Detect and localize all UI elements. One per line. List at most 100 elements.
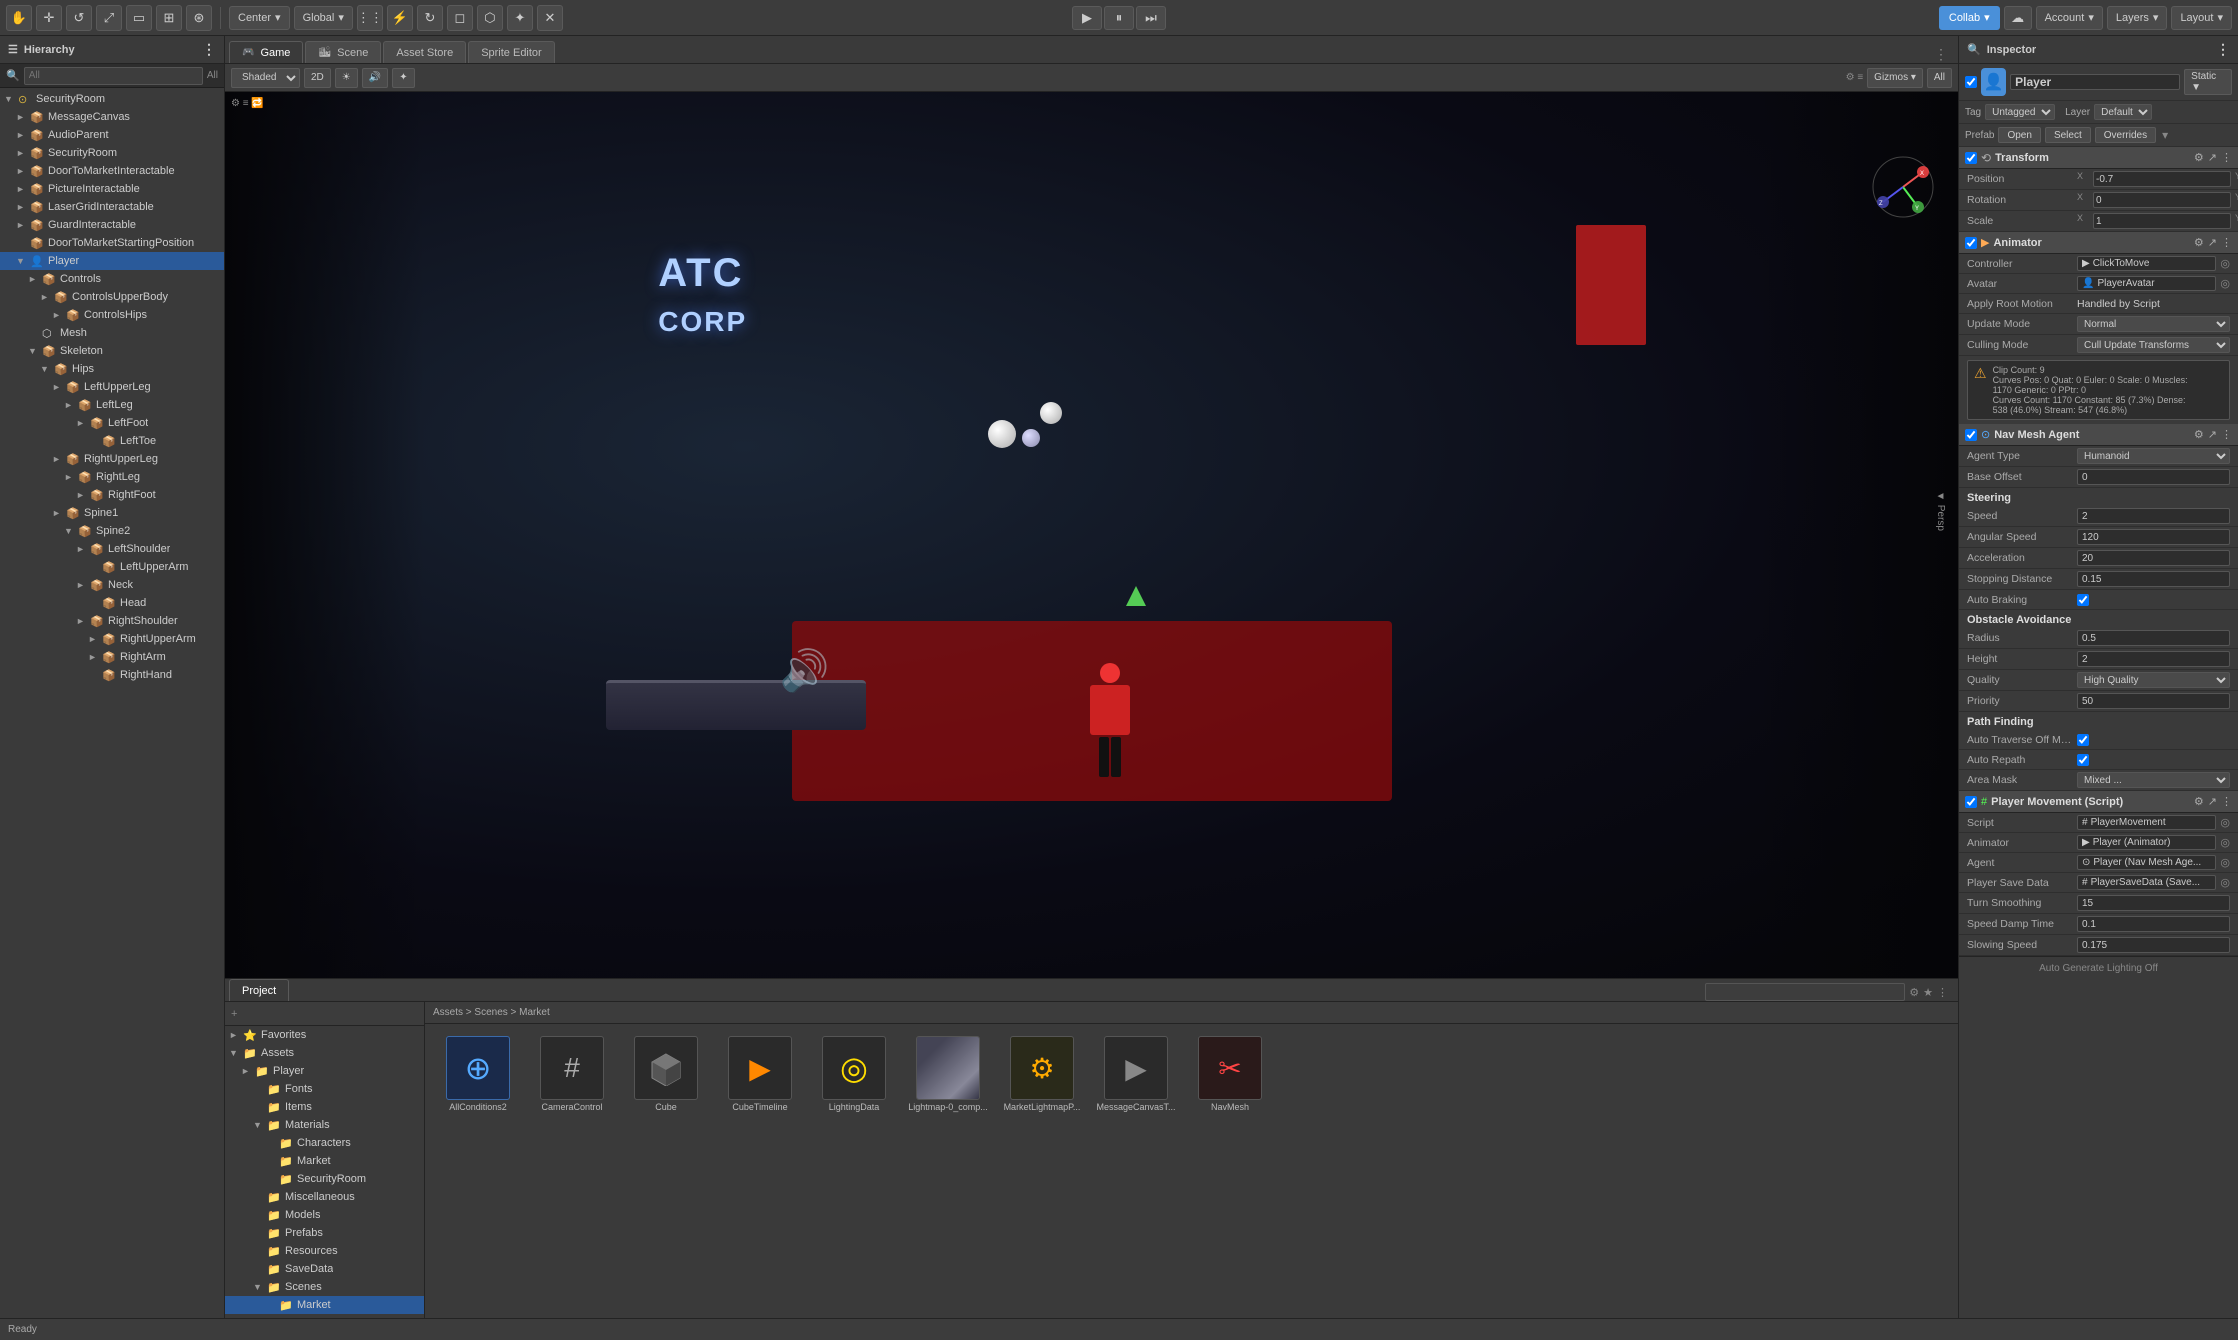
snap-btn[interactable]: ⚡ (387, 5, 413, 31)
grid-btn[interactable]: ⋮⋮ (357, 5, 383, 31)
script-pick-btn[interactable]: ◎ (2220, 816, 2230, 829)
pm-animator-ref[interactable]: ▶ Player (Animator) (2077, 835, 2216, 850)
speed-field[interactable] (2077, 508, 2230, 524)
select-prefab-btn[interactable]: Select (2045, 127, 2091, 143)
proj-fonts[interactable]: 📁 Fonts (225, 1080, 424, 1098)
pm-agent-pick-btn[interactable]: ◎ (2220, 856, 2230, 869)
tree-item-hips[interactable]: ▼ 📦 Hips (0, 360, 224, 378)
turn-smoothing-field[interactable] (2077, 895, 2230, 911)
tree-item-rightleg[interactable]: ► 📦 RightLeg (0, 468, 224, 486)
proj-resources[interactable]: 📁 Resources (225, 1242, 424, 1260)
asset-messagecanvas[interactable]: ▶ MessageCanvasT... (1091, 1032, 1181, 1116)
tree-item-rightshoulder[interactable]: ► 📦 RightShoulder (0, 612, 224, 630)
stopping-dist-field[interactable] (2077, 571, 2230, 587)
controller-ref[interactable]: ▶ ClickToMove (2077, 256, 2216, 271)
rect-tool-btn[interactable]: ▭ (126, 5, 152, 31)
priority-field[interactable] (2077, 693, 2230, 709)
project-tree-favorites[interactable]: ► ⭐ Favorites (225, 1026, 424, 1044)
navmesh-menu-icon[interactable]: ⋮ (2221, 428, 2232, 441)
transform-tool-btn[interactable]: ⊞ (156, 5, 182, 31)
2d-button[interactable]: 2D (304, 68, 331, 88)
asset-lightingdata[interactable]: ◎ LightingData (809, 1032, 899, 1116)
navmesh-enabled-checkbox[interactable] (1965, 429, 1977, 441)
step-button[interactable]: ⏭ (1136, 6, 1166, 30)
tree-item-lasergrid[interactable]: ► 📦 LaserGridInteractable (0, 198, 224, 216)
avatar-pick-btn[interactable]: ◎ (2220, 277, 2230, 290)
all-btn[interactable]: All (1927, 68, 1952, 88)
object-name-field[interactable] (2010, 74, 2180, 90)
asset-lightmap[interactable]: Lightmap-0_comp... (903, 1032, 993, 1116)
proj-player[interactable]: ► 📁 Player (225, 1062, 424, 1080)
fx-btn[interactable]: ✦ (392, 68, 414, 88)
scale-tool-btn[interactable]: ⤢ (96, 5, 122, 31)
radius-field[interactable] (2077, 630, 2230, 646)
height-field[interactable] (2077, 651, 2230, 667)
asset-allconditions2[interactable]: ⊕ AllConditions2 (433, 1032, 523, 1116)
avatar-ref[interactable]: 👤 PlayerAvatar (2077, 276, 2216, 291)
layout-dropdown[interactable]: Layout ▾ (2171, 6, 2232, 30)
project-tree-assets[interactable]: ▼ 📁 Assets (225, 1044, 424, 1062)
tree-item-neck[interactable]: ► 📦 Neck (0, 576, 224, 594)
lighting-btn[interactable]: ☀ (335, 68, 358, 88)
tree-item-doortomktstart[interactable]: 📦 DoorToMarketStartingPosition (0, 234, 224, 252)
pm-save-pick-btn[interactable]: ◎ (2220, 876, 2230, 889)
tree-item-skeleton[interactable]: ▼ 📦 Skeleton (0, 342, 224, 360)
pm-savedata-ref[interactable]: # PlayerSaveData (Save... (2077, 875, 2216, 890)
layers-dropdown[interactable]: Layers ▾ (2107, 6, 2168, 30)
scale-x-field[interactable] (2093, 213, 2231, 229)
agent-type-select[interactable]: Humanoid (2077, 448, 2230, 464)
shading-dropdown[interactable]: Shaded (231, 68, 300, 88)
tree-item-picture[interactable]: ► 📦 PictureInteractable (0, 180, 224, 198)
culling-mode-select[interactable]: Cull Update Transforms (2077, 337, 2230, 353)
tab-asset-store[interactable]: Asset Store (383, 41, 466, 63)
pm-settings-icon[interactable]: ⚙ (2194, 795, 2204, 808)
auto-repath-checkbox[interactable] (2077, 754, 2089, 766)
inspector-menu-btn[interactable]: ⋮ (2216, 41, 2230, 58)
rect2-btn[interactable]: ◻ (447, 5, 473, 31)
asset-cubetimeline[interactable]: ▶ CubeTimeline (715, 1032, 805, 1116)
tree-item-securityroom-scene[interactable]: ▼ ⊙ SecurityRoom (0, 90, 224, 108)
auto-braking-checkbox[interactable] (2077, 594, 2089, 606)
proj-mat-secroom[interactable]: 📁 SecurityRoom (225, 1170, 424, 1188)
static-badge[interactable]: Static ▼ (2184, 69, 2232, 95)
slowing-speed-field[interactable] (2077, 937, 2230, 953)
asset-navmesh[interactable]: ✂ NavMesh (1185, 1032, 1275, 1116)
tree-item-righthand[interactable]: 📦 RightHand (0, 666, 224, 684)
tree-item-spine1[interactable]: ► 📦 Spine1 (0, 504, 224, 522)
animator-enabled-checkbox[interactable] (1965, 237, 1977, 249)
layer-select[interactable]: Default (2094, 104, 2152, 120)
tree-item-rightupperarm[interactable]: ► 📦 RightUpperArm (0, 630, 224, 648)
tree-item-securityroom-obj[interactable]: ► 📦 SecurityRoom (0, 144, 224, 162)
hand-tool-btn[interactable]: ✋ (6, 5, 32, 31)
extra1-btn[interactable]: ✦ (507, 5, 533, 31)
collab-button[interactable]: Collab ▾ (1939, 6, 2000, 30)
tree-item-guard[interactable]: ► 📦 GuardInteractable (0, 216, 224, 234)
proj-mat-market[interactable]: 📁 Market (225, 1152, 424, 1170)
custom-tool-btn[interactable]: ⊛ (186, 5, 212, 31)
navmesh-component-header[interactable]: ⊙ Nav Mesh Agent ⚙ ↗ ⋮ (1959, 424, 2238, 446)
auto-traverse-checkbox[interactable] (2077, 734, 2089, 746)
proj-scenes-persistent[interactable]: 📁 Persistent (225, 1314, 424, 1318)
tab-scene[interactable]: 🏙 Scene (305, 41, 381, 63)
area-mask-select[interactable]: Mixed ... (2077, 772, 2230, 788)
play-button[interactable]: ▶ (1072, 6, 1102, 30)
move-tool-btn[interactable]: ✛ (36, 5, 62, 31)
hierarchy-search-input[interactable] (24, 67, 203, 85)
playermovement-enabled-checkbox[interactable] (1965, 796, 1977, 808)
center-dropdown[interactable]: Center ▾ (229, 6, 290, 30)
gizmos-btn[interactable]: Gizmos ▾ (1867, 68, 1923, 88)
animator-expand-icon[interactable]: ↗ (2208, 236, 2217, 249)
overrides-btn[interactable]: Overrides (2095, 127, 2156, 143)
navmesh-expand-icon[interactable]: ↗ (2208, 428, 2217, 441)
tab-sprite-editor[interactable]: Sprite Editor (468, 41, 555, 63)
playermovement-component-header[interactable]: # Player Movement (Script) ⚙ ↗ ⋮ (1959, 791, 2238, 813)
tree-item-leftupperarm[interactable]: 📦 LeftUpperArm (0, 558, 224, 576)
tree-item-rightarm[interactable]: ► 📦 RightArm (0, 648, 224, 666)
tag-select[interactable]: Untagged (1985, 104, 2055, 120)
proj-models[interactable]: 📁 Models (225, 1206, 424, 1224)
transform-settings-icon[interactable]: ⚙ (2194, 151, 2204, 164)
extra2-btn[interactable]: ✕ (537, 5, 563, 31)
tab-game[interactable]: 🎮 Game (229, 41, 303, 63)
proj-prefabs[interactable]: 📁 Prefabs (225, 1224, 424, 1242)
tree-item-head[interactable]: 📦 Head (0, 594, 224, 612)
